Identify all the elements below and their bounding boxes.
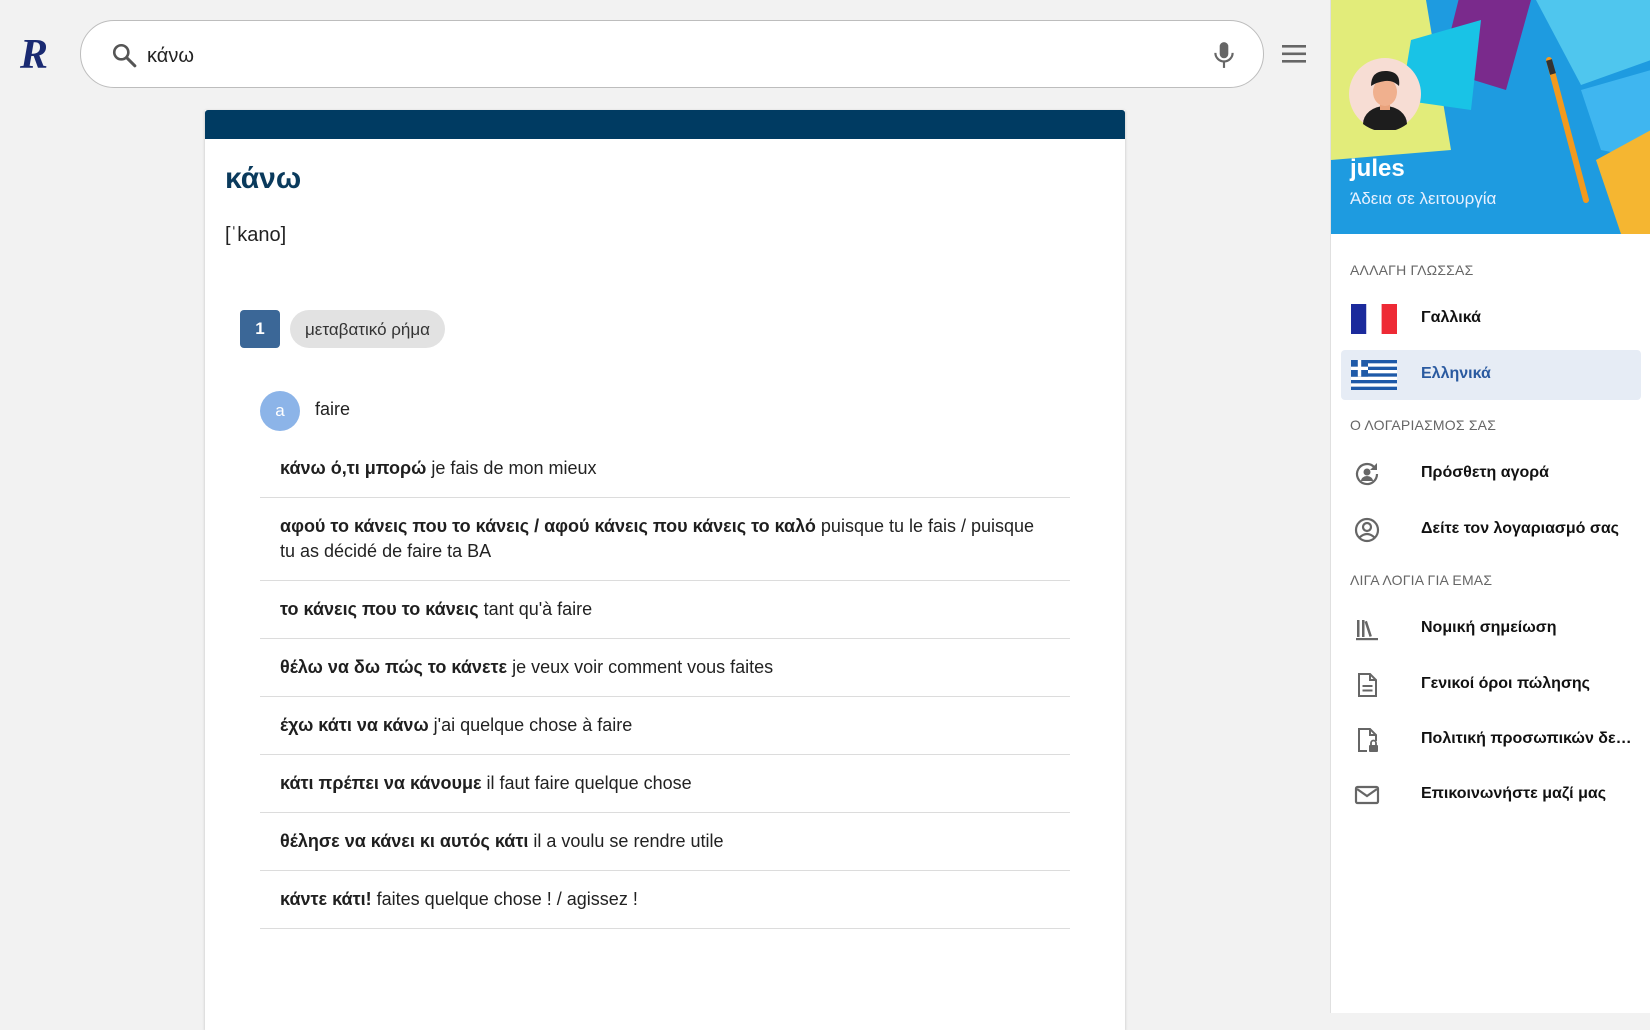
sidebar-item-label: Πρόσθετη αγορά [1421, 464, 1550, 481]
account-refresh-icon [1355, 462, 1379, 486]
example-item: θέλω να δω πώς το κάνετε je veux voir co… [260, 639, 1070, 697]
sense-number-badge: 1 [240, 310, 280, 348]
library-icon [1356, 620, 1378, 641]
sidebar-item-label: Επικοινωνήστε μαζί μας [1421, 785, 1607, 802]
example-french: je fais de mon mieux [431, 458, 597, 478]
sidebar-item-terms-of-sale[interactable]: Γενικοί όροι πώλησης [1341, 660, 1641, 710]
sidebar: jules Άδεια σε λειτουργία ΑΛΛΑΓΗ ΓΛΩΣΣΑΣ… [1330, 0, 1650, 1013]
sub-sense-badge: a [260, 391, 300, 431]
document-icon [1358, 673, 1377, 697]
language-item-french[interactable]: Γαλλικά [1341, 294, 1641, 344]
app-logo[interactable]: R [18, 32, 66, 76]
example-greek: θέλησε να κάνει κι αυτός κάτι [280, 831, 529, 851]
about-section-title: ΛΙΓΑ ΛΟΓΙΑ ΓΙΑ ΕΜΑΣ [1350, 572, 1493, 588]
sidebar-item-label: Πολιτική προσωπικών δεδομένων [1421, 730, 1636, 747]
example-french: j'ai quelque chose à faire [433, 715, 633, 735]
example-item: κάντε κάτι! faites quelque chose ! / agi… [260, 871, 1070, 929]
phonetic-transcription: [ˈkano] [225, 224, 287, 246]
example-item: το κάνεις που το κάνεις tant qu'à faire [260, 581, 1070, 639]
example-item: αφού το κάνεις που το κάνεις / αφού κάνε… [260, 498, 1070, 581]
example-french: il faut faire quelque chose [486, 773, 692, 793]
language-section-title: ΑΛΛΑΓΗ ΓΛΩΣΣΑΣ [1350, 262, 1474, 278]
account-circle-icon [1354, 517, 1380, 543]
sidebar-item-legal-notice[interactable]: Νομική σημείωση [1341, 604, 1641, 654]
sidebar-item-additional-purchase[interactable]: Πρόσθετη αγορά [1341, 449, 1641, 499]
sidebar-header: jules Άδεια σε λειτουργία [1331, 0, 1650, 234]
search-icon [112, 43, 137, 68]
user-status: Άδεια σε λειτουργία [1350, 189, 1497, 208]
svg-text:R: R [19, 32, 48, 76]
sidebar-item-privacy-policy[interactable]: Πολιτική προσωπικών δεδομένων [1341, 715, 1641, 765]
sidebar-item-view-account[interactable]: Δείτε τον λογαριασμό σας [1341, 505, 1641, 555]
example-item: κάτι πρέπει να κάνουμε il faut faire que… [260, 755, 1070, 813]
examples-list: κάνω ό,τι μπορώ je fais de mon mieux αφο… [260, 440, 1070, 929]
sidebar-item-label: Δείτε τον λογαριασμό σας [1421, 520, 1619, 537]
menu-icon[interactable] [1280, 42, 1308, 66]
user-name: jules [1350, 155, 1405, 182]
sidebar-item-label: Νομική σημείωση [1421, 619, 1557, 636]
card-header-bar [205, 110, 1125, 139]
part-of-speech-label: μεταβατικό ρήμα [290, 310, 445, 348]
example-greek: κάνω ό,τι μπορώ [280, 458, 427, 478]
search-bar[interactable] [80, 20, 1264, 88]
greece-flag-icon [1351, 360, 1397, 390]
example-french: je veux voir comment vous faites [512, 657, 774, 677]
example-greek: το κάνεις που το κάνεις [280, 599, 479, 619]
language-item-greek[interactable]: Ελληνικά [1341, 350, 1641, 400]
language-label: Γαλλικά [1421, 309, 1481, 326]
entry-card: κάνω [ˈkano] 1 μεταβατικό ρήμα a faire κ… [205, 110, 1125, 1030]
account-section-title: Ο ΛΟΓΑΡΙΑΣΜΟΣ ΣΑΣ [1350, 417, 1497, 433]
example-item: έχω κάτι να κάνω j'ai quelque chose à fa… [260, 697, 1070, 755]
example-greek: έχω κάτι να κάνω [280, 715, 429, 735]
sub-sense-translation: faire [315, 399, 351, 419]
microphone-icon[interactable] [1211, 41, 1237, 69]
sidebar-item-contact-us[interactable]: Επικοινωνήστε μαζί μας [1341, 770, 1641, 820]
example-french: faites quelque chose ! / agissez ! [376, 889, 638, 909]
mail-icon [1354, 785, 1380, 805]
sidebar-item-label: Γενικοί όροι πώλησης [1421, 675, 1590, 692]
example-french: tant qu'à faire [483, 599, 593, 619]
example-item: θέλησε να κάνει κι αυτός κάτι il a voulu… [260, 813, 1070, 871]
user-avatar[interactable] [1349, 58, 1421, 130]
headword: κάνω [225, 162, 302, 195]
search-input[interactable] [145, 35, 1149, 77]
file-lock-icon [1358, 728, 1378, 752]
france-flag-icon [1351, 304, 1397, 334]
example-greek: θέλω να δω πώς το κάνετε [280, 657, 508, 677]
example-french: il a voulu se rendre utile [533, 831, 724, 851]
example-greek: κάντε κάτι! [280, 889, 372, 909]
language-label: Ελληνικά [1421, 365, 1491, 382]
example-item: κάνω ό,τι μπορώ je fais de mon mieux [260, 440, 1070, 498]
example-greek: κάτι πρέπει να κάνουμε [280, 773, 482, 793]
example-greek: αφού το κάνεις που το κάνεις / αφού κάνε… [280, 516, 816, 536]
